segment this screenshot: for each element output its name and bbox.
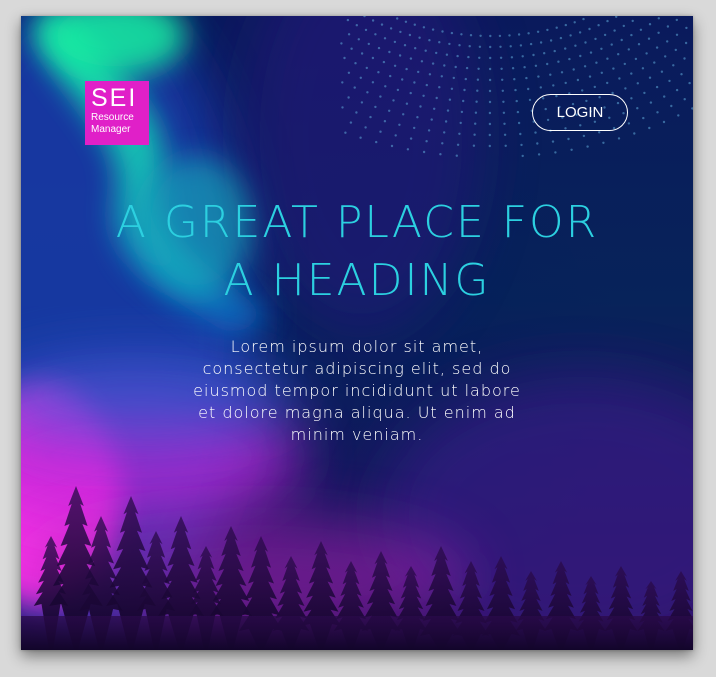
logo-subtitle-line1: Resource	[91, 112, 134, 123]
logo-title: SEI	[91, 84, 138, 112]
sei-logo[interactable]: SEI Resource Manager	[85, 81, 149, 145]
login-button[interactable]: LOGIN	[532, 94, 628, 131]
hero-body-text: Lorem ipsum dolor sit amet, consectetur …	[193, 337, 521, 444]
forest-silhouette	[21, 486, 693, 650]
hero-heading: A GREAT PLACE FOR A HEADING	[115, 197, 599, 306]
page-frame: SEI Resource Manager LOGIN A GREAT PLACE…	[21, 16, 693, 650]
hero-section: A GREAT PLACE FOR A HEADING Lorem ipsum …	[107, 194, 607, 446]
dot-pattern	[340, 16, 693, 158]
logo-subtitle-line2: Manager	[91, 124, 131, 135]
